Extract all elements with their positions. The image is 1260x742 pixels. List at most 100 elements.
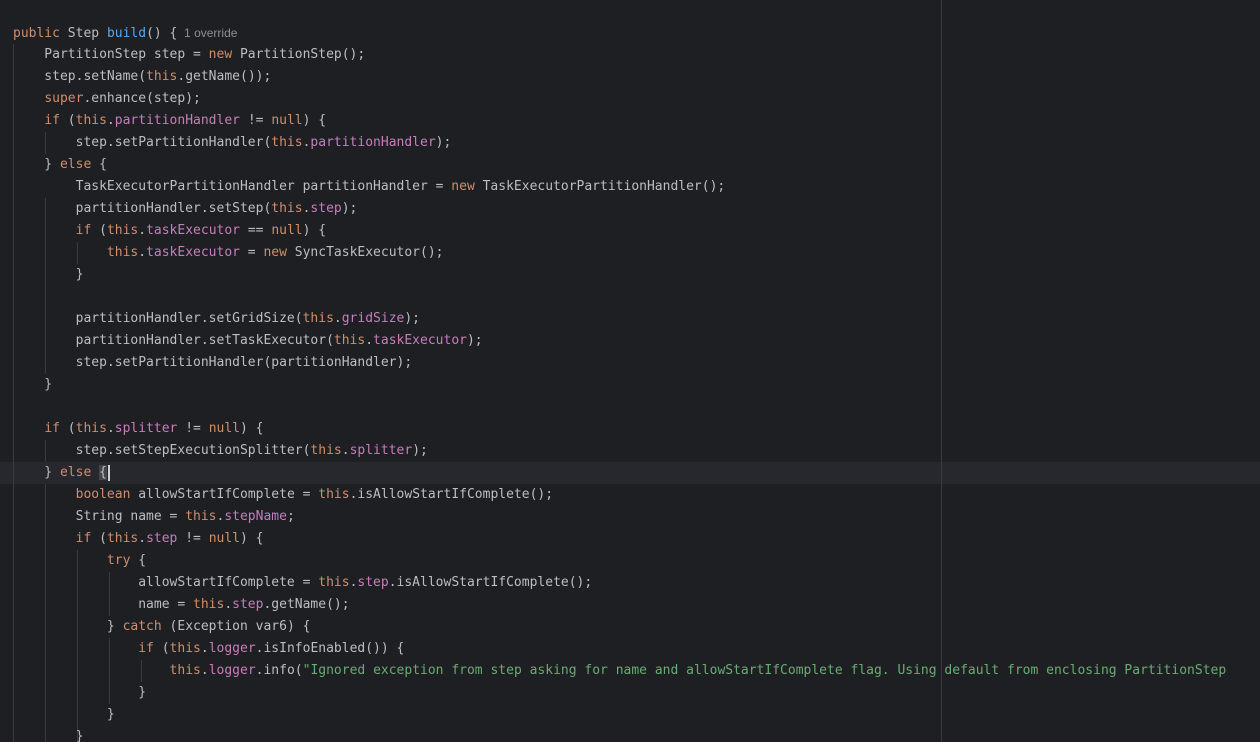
code-line[interactable]: TaskExecutorPartitionHandler partitionHa… (13, 176, 726, 198)
code-token: step.setName( (13, 69, 147, 84)
code-line[interactable]: } (13, 704, 115, 726)
code-token: super (44, 91, 84, 106)
code-token: if (75, 531, 92, 546)
code-token: gridSize (341, 311, 405, 326)
code-token: partitionHandler (310, 135, 436, 150)
code-token: SyncTaskExecutor(); (286, 245, 444, 260)
code-line[interactable]: String name = this.stepName; (13, 506, 295, 528)
inlay-hint[interactable]: 1 override (177, 26, 237, 40)
code-token: splitter (349, 443, 413, 458)
code-token: ( (59, 113, 76, 128)
code-line[interactable]: try { (13, 550, 146, 572)
code-line[interactable]: PartitionStep step = new PartitionStep()… (13, 44, 365, 66)
code-line[interactable]: } else { (13, 462, 107, 484)
code-token: this (310, 443, 342, 458)
code-token: == (240, 223, 272, 238)
code-editor[interactable]: public Step build() { 1 override Partiti… (0, 0, 1260, 742)
code-line[interactable]: if (this.step != null) { (13, 528, 264, 550)
code-line[interactable]: boolean allowStartIfComplete = this.isAl… (13, 484, 553, 506)
code-line[interactable]: step.setName(this.getName()); (13, 66, 271, 88)
code-line[interactable]: allowStartIfComplete = this.step.isAllow… (13, 572, 592, 594)
code-token: . (224, 597, 233, 612)
code-token: new (451, 179, 475, 194)
code-token: { (130, 553, 147, 568)
code-token: ( (153, 641, 170, 656)
code-line[interactable]: partitionHandler.setTaskExecutor(this.ta… (13, 330, 483, 352)
code-token: this (169, 663, 201, 678)
code-line[interactable]: partitionHandler.setGridSize(this.gridSi… (13, 308, 420, 330)
code-line[interactable]: this.taskExecutor = new SyncTaskExecutor… (13, 242, 444, 264)
code-token: partitionHandler.setTaskExecutor( (13, 333, 334, 348)
text-caret (108, 465, 110, 481)
code-token: partitionHandler (114, 113, 240, 128)
code-token: .isAllowStartIfComplete(); (388, 575, 593, 590)
code-token: ( (91, 531, 107, 546)
code-line[interactable]: super.enhance(step); (13, 88, 201, 110)
code-token: ) { (302, 113, 327, 128)
code-token: ); (404, 311, 421, 326)
code-token: TaskExecutorPartitionHandler partitionHa… (13, 179, 452, 194)
code-token: boolean (75, 487, 131, 502)
code-line[interactable]: } (13, 264, 84, 286)
code-line[interactable]: partitionHandler.setStep(this.step); (13, 198, 358, 220)
code-token: else (59, 465, 92, 480)
code-token: ) { (240, 531, 264, 546)
code-token: try (106, 553, 131, 568)
current-line-highlight (0, 462, 1260, 484)
code-line[interactable]: if (this.logger.isInfoEnabled()) { (13, 638, 404, 660)
code-token: PartitionStep step = (13, 47, 209, 62)
code-line[interactable]: } (13, 374, 52, 396)
code-token: ) { (240, 421, 264, 436)
code-token: this (146, 69, 178, 84)
code-token: TaskExecutorPartitionHandler(); (474, 179, 726, 194)
code-token: null (271, 223, 303, 238)
code-token: logger (208, 641, 256, 656)
code-token: catch (122, 619, 162, 634)
code-token: new (263, 245, 287, 260)
code-line[interactable]: } (13, 682, 146, 704)
code-token: partitionHandler.setStep( (13, 201, 272, 216)
code-token: taskExecutor (146, 245, 240, 260)
code-token: this (271, 135, 303, 150)
code-token: null (208, 531, 241, 546)
code-token: this (333, 333, 366, 348)
code-line[interactable]: public Step build() { 1 override (13, 22, 237, 44)
code-token: . (138, 531, 147, 546)
code-token: } (13, 157, 60, 172)
code-line[interactable]: if (this.partitionHandler != null) { (13, 110, 326, 132)
code-token: step.setPartitionHandler( (13, 135, 272, 150)
code-token: = (239, 245, 264, 260)
code-line[interactable]: if (this.splitter != null) { (13, 418, 264, 440)
code-token: } (13, 729, 84, 742)
code-line[interactable]: step.setStepExecutionSplitter(this.split… (13, 440, 428, 462)
code-token: } (13, 707, 115, 722)
code-token: taskExecutor (146, 223, 240, 238)
code-line[interactable]: } else { (13, 154, 107, 176)
code-line[interactable]: step.setPartitionHandler(partitionHandle… (13, 352, 413, 374)
code-token: { (99, 465, 107, 480)
code-line[interactable]: } (13, 726, 84, 742)
code-token: != (177, 421, 209, 436)
code-token: step (146, 531, 178, 546)
code-token: != (177, 531, 209, 546)
code-token: this (75, 421, 107, 436)
code-token: . (365, 333, 374, 348)
code-line[interactable]: name = this.step.getName(); (13, 594, 349, 616)
code-token: step (357, 575, 389, 590)
code-line[interactable]: if (this.taskExecutor == null) { (13, 220, 326, 242)
code-line[interactable]: } catch (Exception var6) { (13, 616, 311, 638)
code-token: . (106, 421, 115, 436)
code-token: this (318, 487, 350, 502)
code-token: if (44, 113, 60, 128)
code-token: else (59, 157, 92, 172)
code-token: if (75, 223, 92, 238)
code-line[interactable]: this.logger.info("Ignored exception from… (13, 660, 1227, 682)
code-token: ); (412, 443, 428, 458)
code-line[interactable]: step.setPartitionHandler(this.partitionH… (13, 132, 452, 154)
code-token: ( (59, 421, 76, 436)
code-token: public (13, 26, 60, 41)
